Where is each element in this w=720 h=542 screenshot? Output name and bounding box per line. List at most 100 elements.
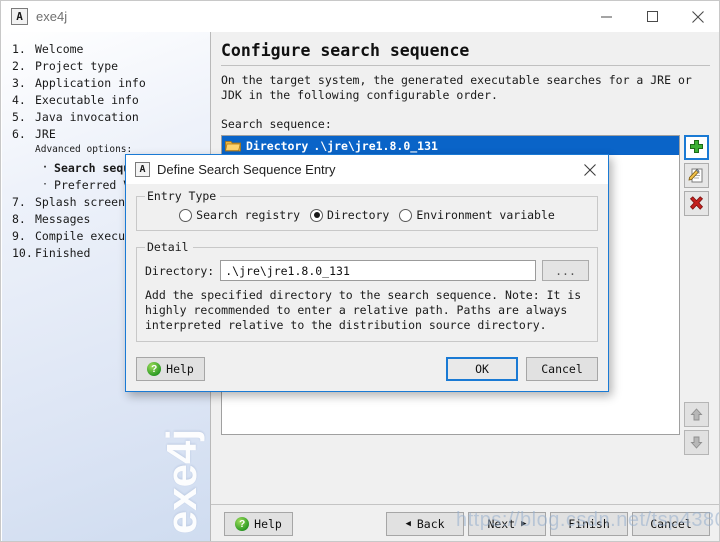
step-label: Messages (35, 211, 91, 226)
help-button[interactable]: ? Help (224, 512, 293, 536)
directory-row: Directory: ... (145, 260, 589, 281)
dialog-close-icon[interactable] (572, 155, 608, 184)
sidebar-item-java-invocation[interactable]: 5. Java invocation (12, 108, 210, 125)
arrow-up-icon (690, 408, 703, 421)
close-icon[interactable] (675, 1, 719, 32)
title-divider (221, 65, 710, 66)
move-up-button[interactable] (684, 402, 709, 427)
radio-directory[interactable]: Directory (310, 208, 389, 222)
dialog-body: Entry Type Search registry Directory Env… (126, 184, 608, 342)
back-button-label: Back (416, 517, 445, 531)
step-label: Executable info (35, 92, 139, 107)
list-item[interactable]: Directory .\jre\jre1.8.0_131 (222, 136, 679, 155)
exe4j-logo-watermark: exe4j (158, 428, 205, 534)
step-label: Java invocation (35, 109, 139, 124)
edit-icon (688, 168, 703, 183)
define-search-sequence-entry-dialog: A Define Search Sequence Entry Entry Typ… (125, 154, 609, 392)
back-button[interactable]: ◀ Back (386, 512, 464, 536)
step-label: Splash screen (35, 194, 126, 209)
sidebar-item-application-info[interactable]: 3. Application info (12, 74, 210, 91)
step-number: 3. (12, 75, 26, 90)
dialog-title: Define Search Sequence Entry (157, 162, 336, 177)
dialog-footer: ? Help OK Cancel (126, 349, 608, 391)
wizard-button-bar: ? Help ◀ Back Next ▶ Finish Cancel (211, 504, 719, 541)
step-label: Finished (35, 245, 91, 260)
entry-type-options: Search registry Directory Environment va… (145, 205, 589, 222)
folder-icon (225, 141, 241, 152)
radio-label: Search registry (196, 208, 301, 222)
edit-button[interactable] (684, 163, 709, 188)
finish-button[interactable]: Finish (550, 512, 628, 536)
directory-input[interactable] (220, 260, 536, 281)
sidebar-item-jre[interactable]: 6. JRE (12, 125, 210, 142)
help-button-label: Help (254, 517, 282, 531)
browse-button[interactable]: ... (542, 260, 589, 281)
step-label: Project type (35, 58, 119, 73)
step-number: 9. (12, 228, 26, 243)
chevron-left-icon: ◀ (405, 518, 411, 529)
finish-button-label: Finish (568, 517, 610, 531)
ok-button[interactable]: OK (446, 357, 518, 381)
step-label: Application info (35, 75, 146, 90)
dialog-action-buttons: OK Cancel (446, 357, 598, 381)
delete-icon (689, 196, 704, 210)
window-title: exe4j (36, 9, 68, 24)
delete-button[interactable] (684, 191, 709, 216)
bullet-icon: · (42, 162, 49, 173)
radio-icon (399, 208, 413, 222)
page-title: Configure search sequence (221, 41, 470, 60)
page-description: On the target system, the generated exec… (221, 73, 692, 102)
step-number: 1. (12, 41, 26, 56)
step-number: 4. (12, 92, 26, 107)
dialog-help-label: Help (166, 362, 194, 376)
radio-label: Directory (327, 208, 390, 222)
dialog-cancel-button[interactable]: Cancel (526, 357, 598, 381)
help-icon: ? (235, 517, 250, 531)
step-label: Welcome (35, 41, 84, 56)
step-number: 2. (12, 58, 26, 73)
dialog-titlebar: A Define Search Sequence Entry (126, 155, 608, 184)
list-toolbar (684, 135, 709, 455)
next-button[interactable]: Next ▶ (468, 512, 546, 536)
chevron-right-icon: ▶ (521, 518, 527, 529)
cancel-button-label: Cancel (650, 517, 692, 531)
entry-type-legend: Entry Type (147, 189, 217, 203)
directory-note: Add the specified directory to the searc… (145, 288, 582, 332)
cancel-button[interactable]: Cancel (632, 512, 710, 536)
move-down-button[interactable] (684, 430, 709, 455)
maximize-icon[interactable] (629, 1, 675, 32)
detail-legend: Detail (147, 240, 189, 254)
arrow-down-icon (690, 436, 703, 449)
list-item-value: .\jre\jre1.8.0_131 (313, 138, 438, 153)
step-label: JRE (35, 126, 56, 141)
bullet-icon: · (42, 179, 49, 190)
step-number: 5. (12, 109, 26, 124)
app-icon: A (11, 8, 28, 25)
step-number: 10. (12, 245, 33, 260)
dialog-app-icon: A (135, 162, 150, 177)
step-number: 7. (12, 194, 26, 209)
wizard-nav-buttons: ◀ Back Next ▶ Finish Cancel (386, 512, 710, 536)
sidebar-item-project-type[interactable]: 2. Project type (12, 57, 210, 74)
help-icon: ? (147, 362, 162, 376)
sidebar-item-welcome[interactable]: 1. Welcome (12, 40, 210, 57)
radio-icon (310, 208, 324, 222)
add-button[interactable] (684, 135, 709, 160)
step-number: 6. (12, 126, 26, 141)
entry-type-group: Entry Type Search registry Directory Env… (136, 189, 598, 231)
detail-group: Detail Directory: ... Add the specified … (136, 240, 598, 342)
search-sequence-label: Search sequence: (221, 117, 332, 131)
window-titlebar: A exe4j (1, 1, 719, 32)
sidebar-item-executable-info[interactable]: 4. Executable info (12, 91, 210, 108)
step-number: 8. (12, 211, 26, 226)
radio-icon (179, 208, 193, 222)
exe4j-window: A exe4j 1. Welcome 2. Project type 3. Ap… (0, 0, 720, 542)
dialog-help-button[interactable]: ? Help (136, 357, 205, 381)
radio-search-registry[interactable]: Search registry (179, 208, 300, 222)
add-icon (690, 140, 703, 153)
window-controls (583, 1, 719, 32)
list-item-type: Directory (246, 138, 309, 153)
radio-environment-variable[interactable]: Environment variable (399, 208, 555, 222)
minimize-icon[interactable] (583, 1, 629, 32)
